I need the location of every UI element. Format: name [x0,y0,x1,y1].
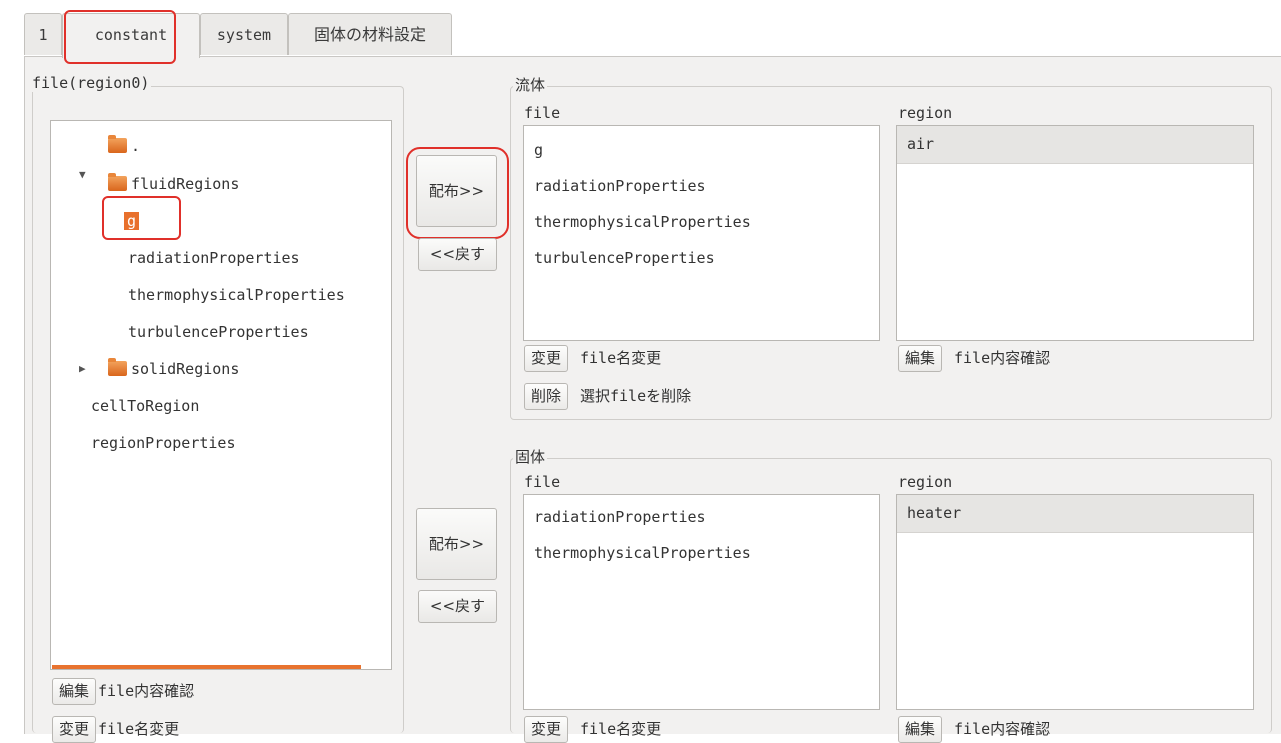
tree-item-solidRegions[interactable]: solidRegions [108,356,239,382]
tree-item-regionProperties[interactable]: regionProperties [91,430,236,456]
fluid-edit-button[interactable]: 編集 [898,345,943,372]
list-item[interactable]: g [534,138,543,162]
list-item[interactable]: thermophysicalProperties [534,210,751,234]
fluid-rename-button[interactable]: 変更 [524,345,569,372]
tree-item-dot[interactable]: . [108,133,140,159]
tree-item-cellToRegion[interactable]: cellToRegion [91,393,199,419]
fluid-file-list[interactable]: g radiationProperties thermophysicalProp… [523,125,880,341]
list-item[interactable]: thermophysicalProperties [534,541,751,565]
highlight-g-item [102,196,181,240]
fluid-delete-button[interactable]: 削除 [524,383,569,410]
fluid-region-header: region [898,104,953,122]
solid-frame-title: 固体 [513,446,548,467]
folder-icon [108,358,127,376]
expand-arrow-icon[interactable]: ▼ [79,168,86,181]
left-rename-button[interactable]: 変更 [52,716,97,743]
fluid-delete-caption: 選択fileを削除 [580,387,692,405]
solid-file-list[interactable]: radiationProperties thermophysicalProper… [523,494,880,710]
list-item[interactable]: turbulenceProperties [534,246,715,270]
fluid-region-list[interactable]: air [896,125,1254,341]
folder-icon [108,135,127,153]
solid-edit-caption: file内容確認 [954,720,1051,738]
tab-1[interactable]: 1 [24,13,62,55]
left-frame-title: file(region0) [30,74,152,92]
tree-scrollbar[interactable] [52,665,361,669]
main-window: 1 constant system 固体の材料設定 file(region0) … [0,0,1281,743]
tab-system[interactable]: system [200,13,288,55]
left-edit-button[interactable]: 編集 [52,678,97,705]
tab-solid-material[interactable]: 固体の材料設定 [288,13,452,55]
fluid-back-button[interactable]: <<戻す [418,238,497,271]
solid-distribute-button[interactable]: 配布>> [416,508,497,580]
tree-item-radiationProperties[interactable]: radiationProperties [128,245,300,271]
list-item[interactable]: radiationProperties [534,174,706,198]
solid-rename-caption: file名変更 [580,720,662,738]
fluid-frame-title: 流体 [513,74,548,95]
solid-region-header: region [898,473,953,491]
fluid-rename-caption: file名変更 [580,349,662,367]
solid-file-header: file [524,473,561,491]
highlight-constant-tab [64,10,176,64]
left-edit-caption: file内容確認 [98,682,195,700]
solid-back-button[interactable]: <<戻す [418,590,497,623]
highlight-distribute-button [406,147,509,239]
list-item[interactable]: heater [897,495,1253,533]
fluid-file-header: file [524,104,561,122]
fluid-edit-caption: file内容確認 [954,349,1051,367]
list-item[interactable]: radiationProperties [534,505,706,529]
collapse-arrow-icon[interactable]: ▶ [79,362,86,375]
solid-edit-button[interactable]: 編集 [898,716,943,743]
tree-item-turbulenceProperties[interactable]: turbulenceProperties [128,319,309,345]
left-rename-caption: file名変更 [98,720,180,738]
solid-rename-button[interactable]: 変更 [524,716,569,743]
tree-item-thermophysicalProperties[interactable]: thermophysicalProperties [128,282,345,308]
tree-item-fluidRegions[interactable]: fluidRegions [108,171,239,197]
list-item[interactable]: air [897,126,1253,164]
folder-icon [108,173,127,191]
solid-region-list[interactable]: heater [896,494,1254,710]
